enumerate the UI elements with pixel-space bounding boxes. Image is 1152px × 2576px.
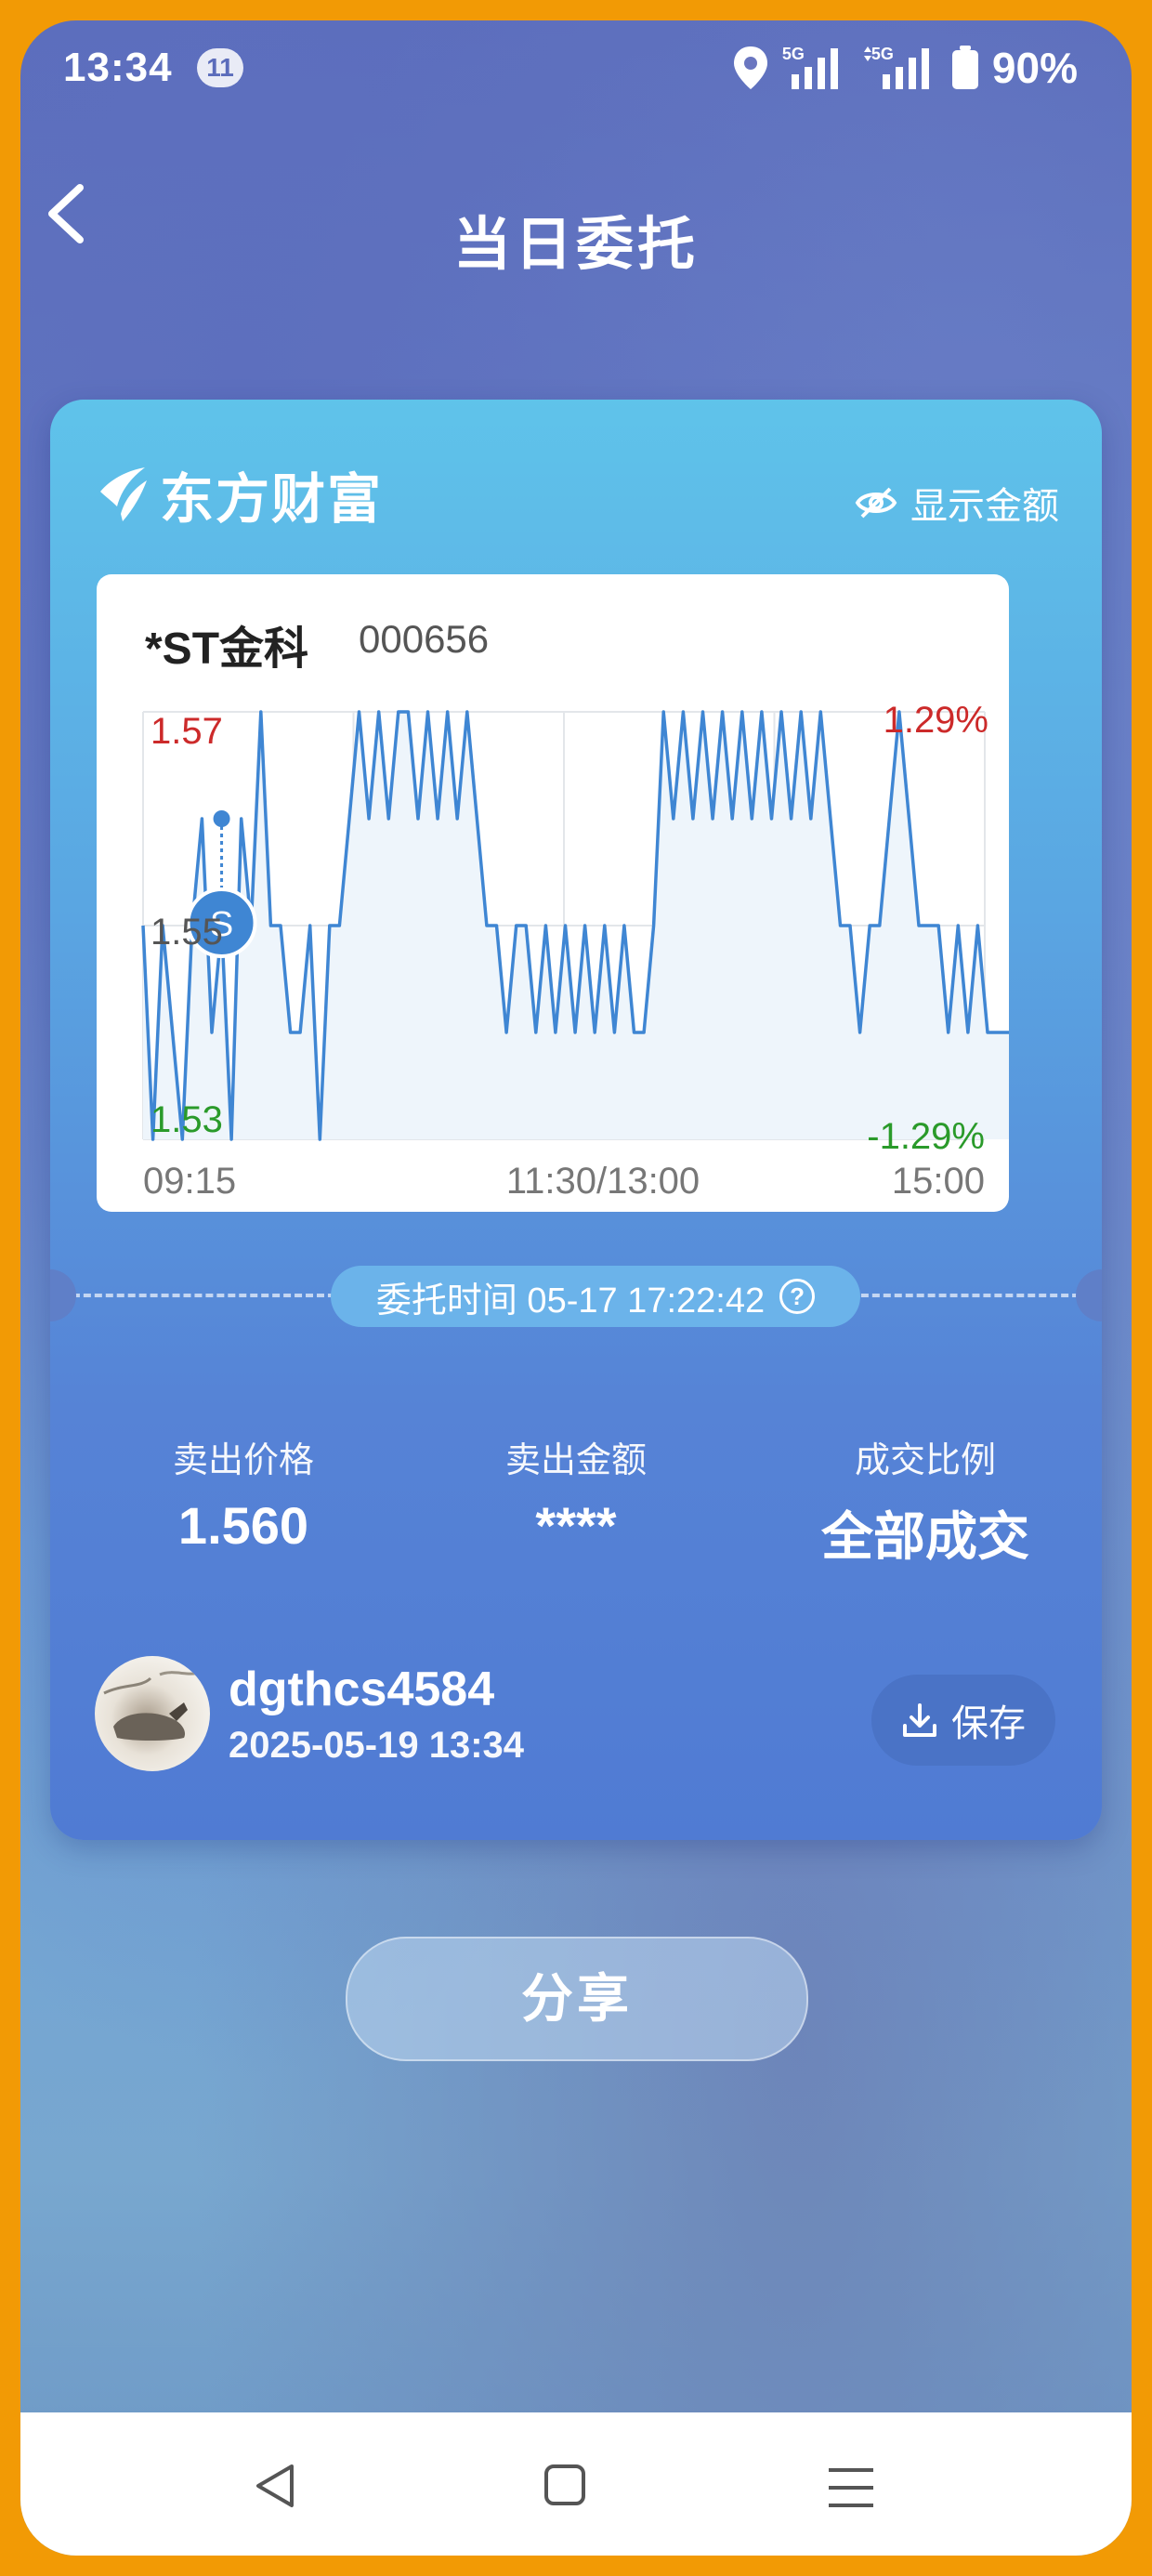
signal-icon-2: 5G [860,45,938,91]
status-icons: 5G 5G 90% [732,43,1078,93]
download-icon [903,1703,936,1737]
stat-label: 卖出价格 [172,1441,314,1480]
user-info: dgthcs4584 2025-05-19 13:34 [229,1662,524,1767]
help-icon[interactable]: ? [779,1279,816,1314]
phone-screen: 13:34 11 5G 5G 90% 当日委托 东方财富 显示金额 *ST金科 … [20,20,1132,2556]
show-amount-toggle[interactable]: 显示金额 [855,476,1059,530]
pct-tick-high: 1.29% [884,700,988,741]
entrust-card: 东方财富 显示金额 *ST金科 000656 S 1.57 1.55 1.53 … [50,400,1102,1840]
y-tick-high: 1.57 [151,711,223,752]
pct-tick-low: -1.29% [867,1116,985,1157]
stat-sell-price: 卖出价格 1.560 [104,1431,383,1556]
stat-value: 全部成交 [821,1507,1029,1566]
x-tick-mid: 11:30/13:00 [506,1161,700,1202]
y-tick-low: 1.53 [151,1099,223,1140]
save-label: 保存 [951,1703,1026,1744]
entrust-time: 委托时间 05-17 17:22:42 [375,1281,766,1321]
battery-percent: 90% [991,44,1078,92]
status-time: 13:34 [63,45,173,90]
stat-label: 卖出金额 [504,1441,647,1480]
nav-recents-icon[interactable] [827,2464,875,2511]
page-title: 当日委托 [452,213,699,277]
brand: 东方财富 [93,455,383,533]
intraday-chart: *ST金科 000656 S 1.57 1.55 1.53 1.29% -1.2… [97,574,1009,1212]
entrust-time-pill[interactable]: 委托时间 05-17 17:22:42 ? [331,1266,860,1327]
system-nav-bar [20,2412,1132,2556]
stat-label: 成交比例 [854,1441,996,1480]
show-amount-label: 显示金额 [910,486,1059,527]
y-tick-mid: 1.55 [151,912,223,953]
username: dgthcs4584 [229,1663,495,1716]
nav-home-icon[interactable] [544,2464,585,2505]
location-icon [733,46,767,89]
sell-marker-dot [213,810,230,827]
brand-name: 东方财富 [160,469,384,530]
battery-icon [951,46,978,89]
stat-fill-ratio: 成交比例 全部成交 [786,1431,1065,1571]
signal-icon-1: 5G [782,45,847,91]
eye-off-icon [855,487,897,519]
eastmoney-logo-icon [100,467,147,521]
stat-value: **** [535,1496,617,1555]
share-button[interactable]: 分享 [346,1937,808,2061]
user-datetime: 2025-05-19 13:34 [229,1725,525,1766]
save-button[interactable]: 保存 [871,1675,1055,1766]
ticket-notch-right [1076,1269,1102,1321]
status-bar: 13:34 11 5G 5G 90% [20,20,1132,113]
ticket-notch-left [50,1269,76,1321]
stat-value: 1.560 [177,1496,309,1555]
price-line-chart: S 1.57 1.55 1.53 1.29% -1.29% 09:15 11:3… [141,700,1009,1202]
notification-count-badge: 11 [197,48,243,87]
avatar-image [103,1671,200,1741]
avatar [95,1656,210,1771]
stat-sell-amount: 卖出金额 **** [437,1431,715,1556]
nav-back-icon[interactable] [253,2463,299,2509]
x-tick-start: 09:15 [143,1161,236,1202]
x-tick-end: 15:00 [892,1161,985,1202]
